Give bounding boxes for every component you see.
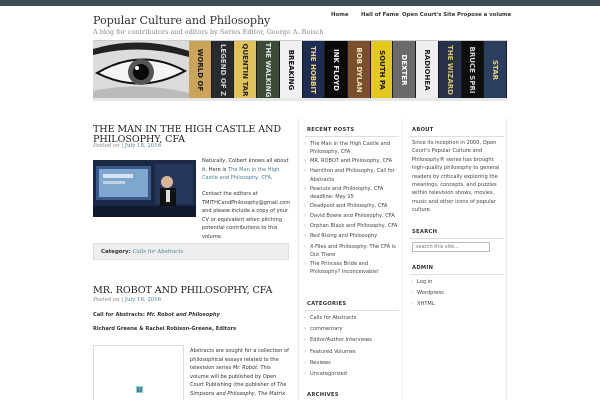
site-title[interactable]: Popular Culture and Philosophy: [93, 14, 270, 27]
recent-post-link[interactable]: Deadpool and Philosophy, CFA: [304, 202, 398, 211]
post-meta-prefix: Posted on: [93, 297, 120, 303]
widget-rule: [410, 136, 504, 137]
recent-post-link[interactable]: Peanuts and Philosophy, CFA deadline: Ma…: [304, 185, 398, 202]
body-show: Mr. Robot: [232, 365, 258, 371]
body-ref: The Matrix: [258, 390, 286, 397]
recent-post-link[interactable]: The Princess Bride and Philosophy? Incon…: [304, 260, 398, 277]
nav-open-courts-site[interactable]: Open Court's Site: [402, 12, 455, 18]
header-banner: WORLD OF LEGEND OF Z QUENTIN TAR THE WALKIN…: [93, 40, 507, 98]
widget-rule: [410, 274, 504, 275]
book-spine-title: BREAKING: [286, 49, 295, 91]
book-spine: DEXTER: [393, 41, 416, 98]
recent-post-link[interactable]: Orphan Black and Philosophy, CFA: [304, 222, 398, 231]
book-spine: THE WALKING: [257, 41, 279, 98]
recent-post-link[interactable]: X-Files and Philosophy: The CFA is Out T…: [304, 243, 398, 260]
category-link[interactable]: Uncategorized: [304, 370, 398, 379]
call-title: Mr. Robot and Philosophy: [146, 312, 220, 318]
book-spine: LEGEND OF Z: [211, 41, 234, 98]
search-title: Search: [412, 229, 438, 235]
book-spine: SOUTH PA: [370, 41, 393, 98]
post-meta: Posted on | July 18, 2016: [93, 143, 162, 149]
widget-rule: [305, 136, 399, 137]
banner-shadow: [93, 98, 507, 101]
book-spine-title: QUENTIN TAR: [241, 43, 250, 97]
book-spine-title: LEGEND OF Z: [218, 43, 227, 97]
book-spine-title: BRUCE SPRI: [468, 46, 477, 94]
category-label: Category:: [101, 249, 131, 255]
sidebar-divider-right: [506, 118, 507, 400]
nav-propose-a-volume[interactable]: Propose a volume: [457, 12, 511, 18]
post-title-mr-robot[interactable]: Mr. Robot and Philosophy, CFA: [93, 286, 289, 296]
widget-rule: [305, 310, 399, 311]
category-link[interactable]: Calls for Abstracts: [304, 314, 398, 323]
sidebar-divider-middle: [402, 118, 403, 400]
book-spine-title: THE WIZARD: [445, 45, 454, 95]
book-spine-title: WORLD OF: [195, 48, 204, 92]
broken-image-icon: ?: [136, 386, 143, 393]
top-bar: [0, 0, 600, 6]
about-title: About: [412, 127, 434, 133]
category-link[interactable]: Featured Volumes: [304, 348, 398, 357]
nav-home[interactable]: Home: [331, 12, 349, 18]
call-label: Call for Abstracts:: [93, 312, 145, 318]
nav-hall-of-fame[interactable]: Hall of Fame: [361, 12, 399, 18]
admin-title: Admin: [412, 265, 434, 271]
site-description: A blog for contributors and editors by S…: [93, 28, 324, 36]
book-spine: STAR: [484, 41, 506, 98]
widget-rule: [410, 238, 504, 239]
post-1-category-box: Category: Calls for Abstracts: [93, 243, 289, 260]
admin-link[interactable]: Log in: [411, 278, 501, 287]
post-date[interactable]: July 18, 2016: [125, 143, 161, 149]
categories-title: Categories: [307, 301, 347, 307]
post-meta-prefix: Posted on: [93, 143, 120, 149]
book-spine-title: THE HOBBIT: [309, 46, 318, 94]
category-link[interactable]: Editor/Author Interviews: [304, 336, 398, 345]
book-spine: BRUCE SPRI: [461, 41, 484, 98]
book-spine: RADIOHEA: [416, 41, 438, 98]
book-spine: BOB DYLAN: [348, 41, 370, 98]
post-meta: Posted on | July 16, 2016: [93, 297, 162, 303]
book-spine: QUENTIN TAR: [234, 41, 257, 98]
book-spine: INK FLOYD: [325, 41, 347, 98]
recent-post-link[interactable]: MR. ROBOT and Philosophy, CFA: [304, 157, 398, 166]
colbert-thumbnail[interactable]: [93, 160, 196, 217]
eye-icon: [93, 41, 189, 98]
search-input[interactable]: [412, 242, 490, 252]
admin-link[interactable]: Wordpress: [411, 289, 501, 298]
post-2-image-placeholder[interactable]: ?: [93, 345, 184, 400]
book-spine-title: DEXTER: [400, 54, 409, 86]
book-spine-title: THE WALKING: [263, 42, 272, 98]
eye-image: [93, 41, 189, 98]
sidebar-divider-left: [298, 118, 299, 400]
book-spine-title: SOUTH PA: [377, 50, 386, 90]
recent-post-link[interactable]: Hamilton and Philosophy, Call for Abstra…: [304, 167, 398, 184]
post-date[interactable]: July 16, 2016: [125, 297, 161, 303]
recent-post-link[interactable]: David Bowie and Philosophy, CFA: [304, 212, 398, 221]
post-2-body: Abstracts are sought for a collection of…: [190, 347, 289, 398]
book-spine-title: BOB DYLAN: [354, 47, 363, 93]
post-2-editors: Richard Greene & Rachel Robison-Greene, …: [93, 326, 237, 332]
archives-title: Archives: [307, 392, 339, 398]
recent-post-link[interactable]: Red Rising and Philosophy: [304, 232, 398, 241]
category-link[interactable]: commentary: [304, 325, 398, 334]
book-spine-title: INK FLOYD: [332, 49, 341, 91]
post-title-high-castle[interactable]: The Man in the High Castle and Philosoph…: [93, 125, 289, 145]
about-text: Since its inception in 2000, Open Court'…: [412, 140, 500, 214]
admin-link[interactable]: XHTML: [411, 300, 501, 309]
post-1-contact-text: Contact the editors at TMITHCandPhilosop…: [202, 191, 291, 240]
book-spine: WORLD OF: [189, 41, 211, 98]
recent-post-link[interactable]: The Man in the High Castle and Philosoph…: [304, 140, 398, 157]
book-spine: THE WIZARD: [438, 41, 461, 98]
post-1-intro-end: .: [270, 175, 273, 181]
category-link[interactable]: Reviews: [304, 359, 398, 368]
book-spine: BREAKING: [279, 41, 302, 98]
category-link[interactable]: Calls for Abstracts: [132, 249, 183, 255]
book-spines: WORLD OF LEGEND OF Z QUENTIN TAR THE WALKIN…: [189, 41, 507, 98]
recent-posts-title: Recent Posts: [307, 127, 355, 133]
book-spine-title: RADIOHEA: [422, 49, 431, 91]
post-2-call-line: Call for Abstracts: Mr. Robot and Philos…: [93, 311, 289, 320]
book-spine: THE HOBBIT: [302, 41, 325, 98]
book-spine-title: STAR: [491, 59, 500, 81]
post-1-intro: Naturally, Colbert knows all about it. H…: [202, 157, 290, 183]
